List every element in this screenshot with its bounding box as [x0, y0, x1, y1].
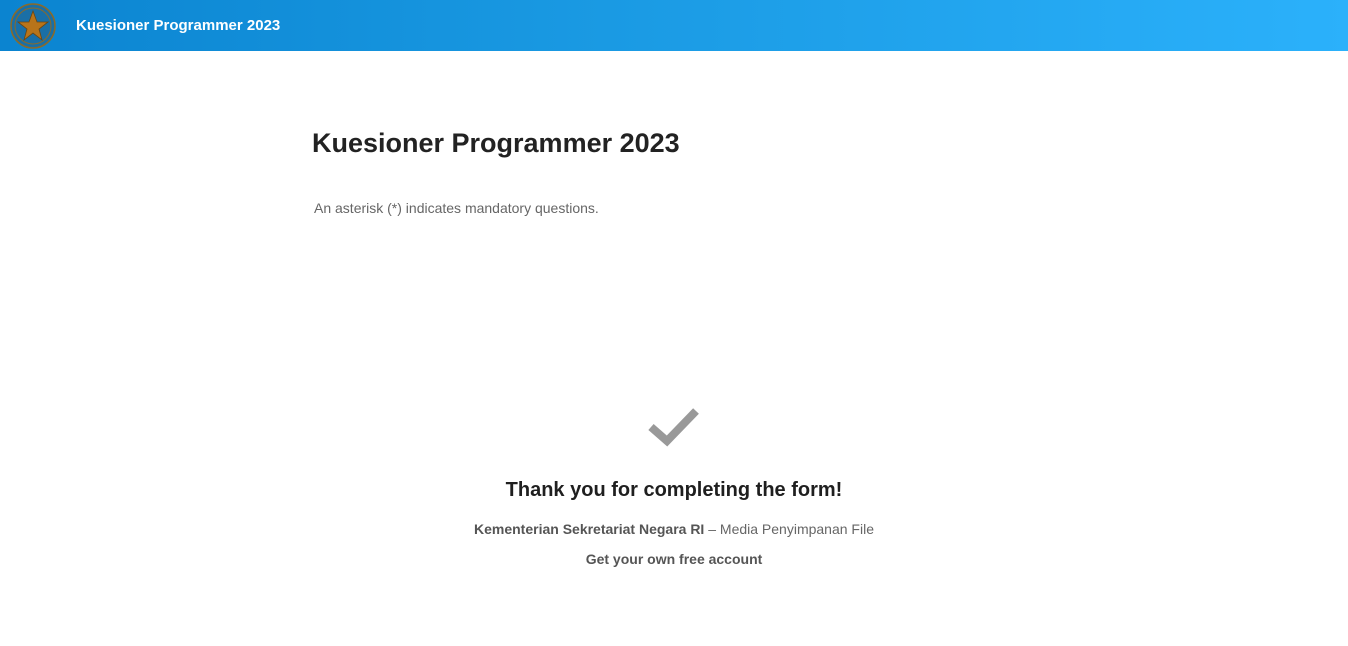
service-name: Media Penyimpanan File: [719, 521, 874, 537]
organization-link[interactable]: Kementerian Sekretariat Negara RI: [474, 521, 704, 537]
thank-you-heading: Thank you for completing the form!: [505, 479, 843, 501]
form-title: Kuesioner Programmer 2023: [312, 128, 680, 158]
free-account-link[interactable]: Get your own free account: [586, 551, 763, 567]
top-header-bar: Kuesioner Programmer 2023: [0, 0, 1348, 51]
footer-credit: Kementerian Sekretariat Negara RI – Medi…: [0, 520, 1348, 538]
free-account-container: Get your own free account: [0, 550, 1348, 568]
header-title[interactable]: Kuesioner Programmer 2023: [76, 16, 280, 36]
garuda-star-emblem-icon[interactable]: [8, 2, 58, 52]
checkmark-icon: [648, 408, 699, 447]
separator: –: [704, 521, 720, 537]
mandatory-note: An asterisk (*) indicates mandatory ques…: [314, 200, 599, 216]
